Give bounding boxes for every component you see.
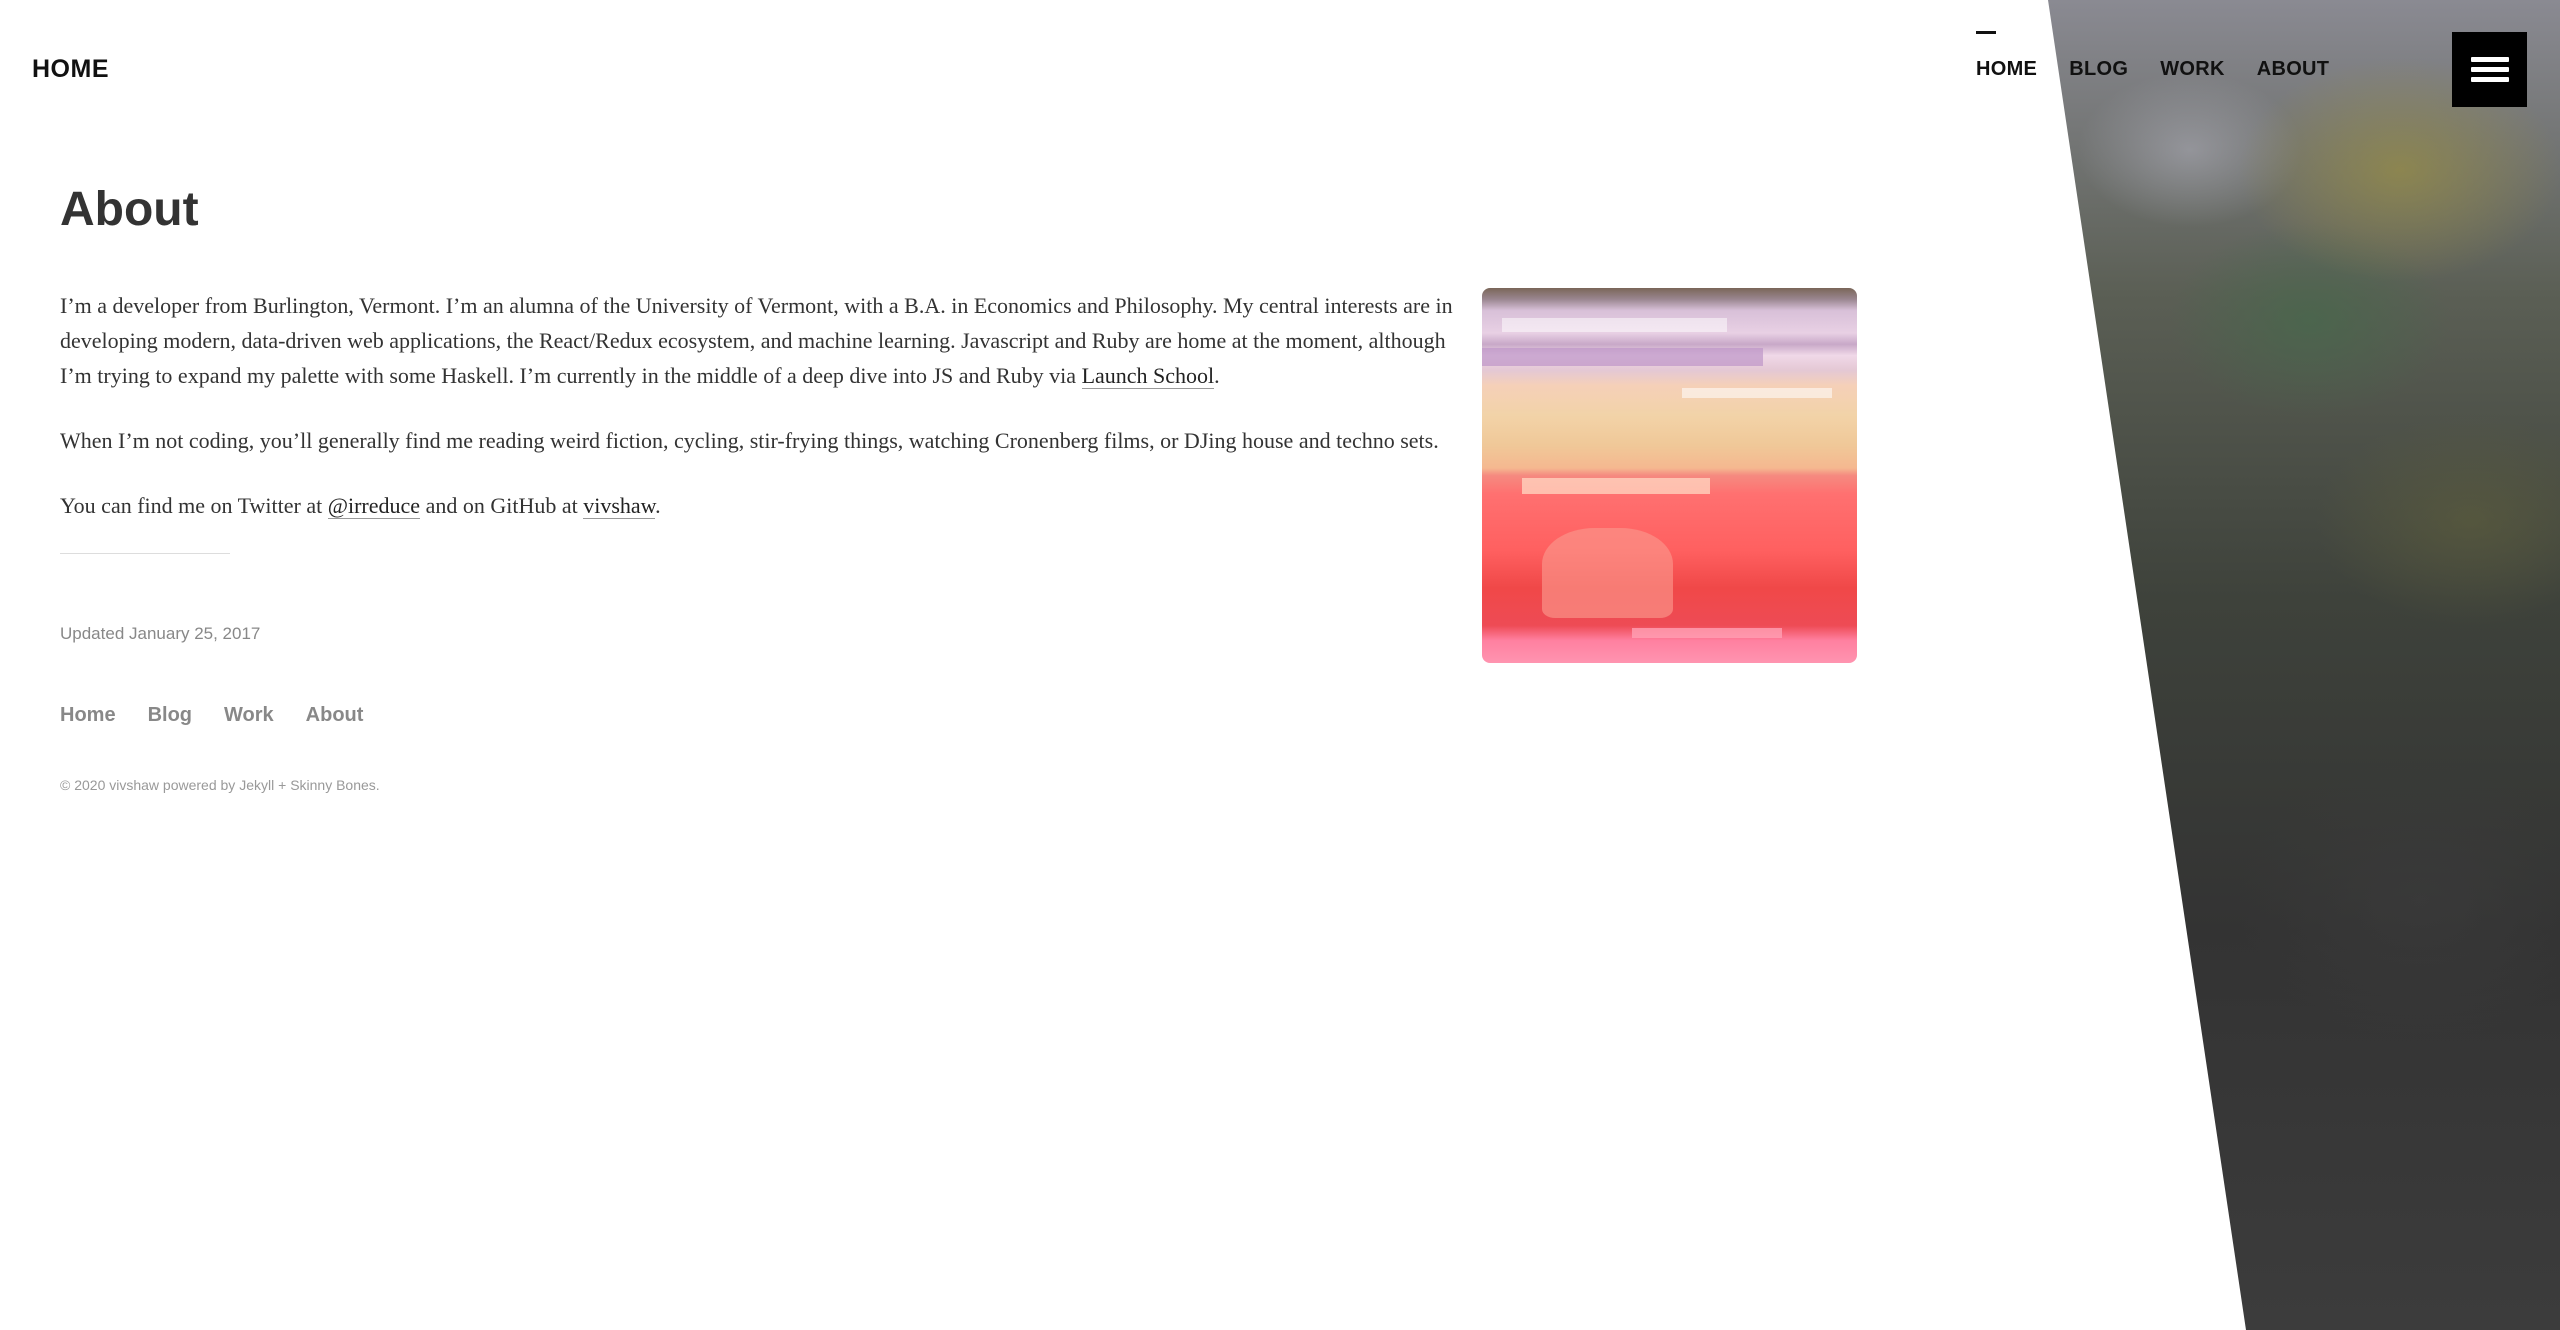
about-text: I’m a developer from Burlington, Vermont…	[60, 288, 1470, 523]
about-content: I’m a developer from Burlington, Vermont…	[60, 288, 1860, 663]
hamburger-icon-bar	[2470, 67, 2509, 72]
social-text-3: .	[655, 493, 661, 518]
footer-blog-link[interactable]: Blog	[148, 704, 192, 727]
nav-blog-link[interactable]: BLOG	[2069, 58, 2128, 81]
bio-paragraph: I’m a developer from Burlington, Vermont…	[60, 288, 1470, 393]
hobbies-paragraph: When I’m not coding, you’ll generally fi…	[60, 428, 1439, 453]
hamburger-icon	[2470, 57, 2509, 62]
site-title-link[interactable]: HOME	[32, 55, 109, 84]
bio-text: I’m a developer from Burlington, Vermont…	[60, 293, 1453, 388]
twitter-link[interactable]: @irreduce	[327, 493, 421, 519]
photo-glitch-band	[1522, 478, 1710, 494]
photo-glitch-band	[1502, 318, 1727, 332]
photo-glitch-band	[1482, 348, 1764, 366]
jekyll-link[interactable]: Jekyll	[239, 777, 274, 793]
social-text-2: and on GitHub at	[420, 493, 584, 518]
nav-home-link[interactable]: HOME	[1976, 31, 2037, 81]
hamburger-icon-bar	[2470, 77, 2509, 82]
site-header: HOME HOME BLOG WORK ABOUT	[0, 0, 2560, 140]
github-link[interactable]: vivshaw	[583, 493, 656, 519]
social-paragraph: You can find me on Twitter at @irreduce …	[60, 488, 1470, 523]
divider	[60, 553, 230, 554]
copyright-prefix: © 2020 vivshaw powered by	[60, 777, 240, 793]
page-title: About	[60, 183, 199, 236]
profile-photo	[1482, 288, 1857, 663]
photo-glitch-band	[1682, 388, 1832, 398]
copyright: © 2020 vivshaw powered by Jekyll + Skinn…	[60, 777, 1860, 793]
footer-work-link[interactable]: Work	[224, 704, 274, 727]
copyright-period: .	[375, 777, 380, 793]
skinny-bones-link[interactable]: Skinny Bones	[290, 777, 376, 793]
photo-glitch-band	[1632, 628, 1782, 638]
top-nav: HOME BLOG WORK ABOUT	[1976, 31, 2330, 81]
menu-button[interactable]	[2452, 32, 2527, 107]
footer-nav: Home Blog Work About	[60, 704, 1860, 727]
social-text-1: You can find me on Twitter at	[60, 493, 328, 518]
main-content: About I’m a developer from Burlington, V…	[60, 180, 1860, 793]
nav-about-link[interactable]: ABOUT	[2257, 58, 2330, 81]
footer-about-link[interactable]: About	[306, 704, 364, 727]
footer-home-link[interactable]: Home	[60, 704, 116, 727]
launch-school-link[interactable]: Launch School	[1081, 363, 1215, 389]
photo-glitch-face	[1542, 528, 1674, 618]
nav-work-link[interactable]: WORK	[2160, 58, 2225, 81]
copyright-plus: +	[274, 777, 291, 793]
bio-end: .	[1214, 363, 1220, 388]
